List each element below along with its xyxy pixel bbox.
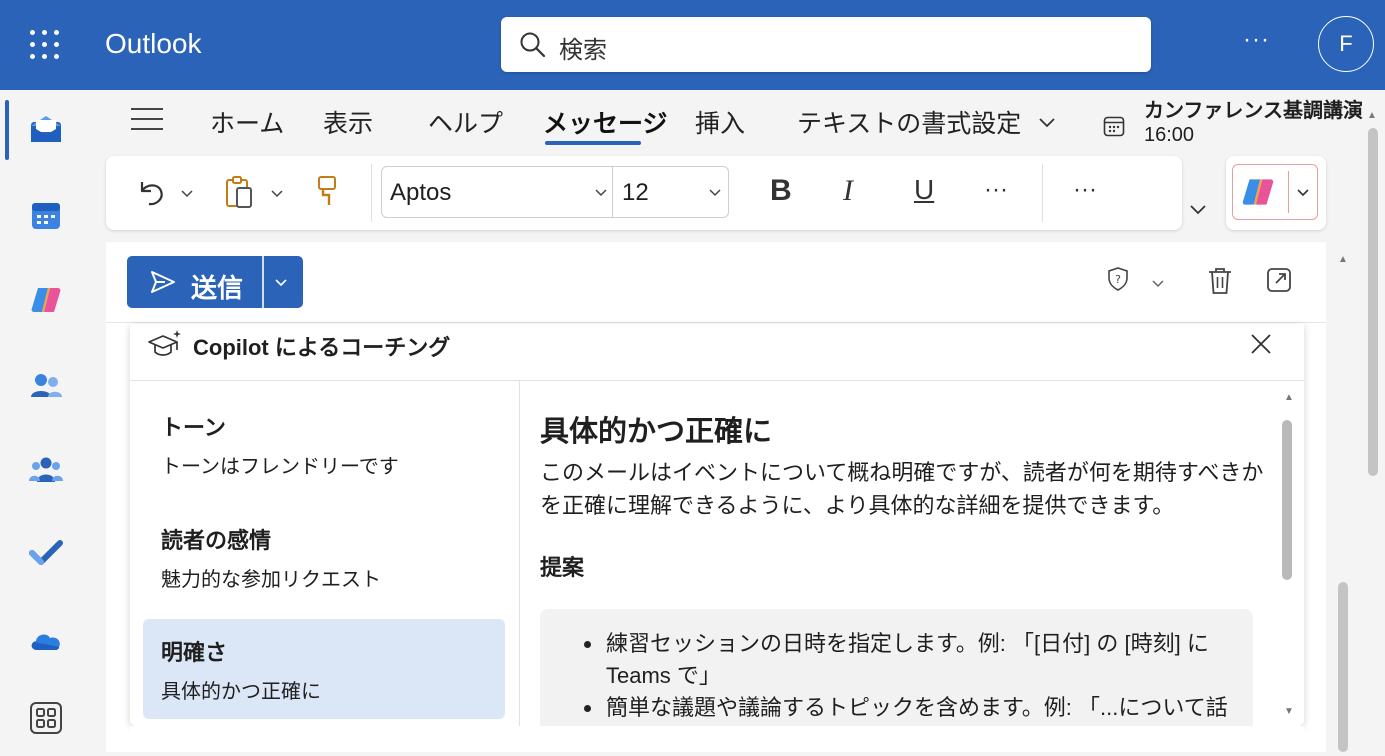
ribbon-separator [1042, 164, 1043, 222]
category-subtitle: 具体的かつ正確に [161, 681, 321, 703]
compose-divider [106, 322, 1326, 323]
font-size-field[interactable]: 12 [622, 179, 649, 207]
ribbon-separator [371, 164, 372, 222]
close-icon[interactable] [1249, 332, 1273, 356]
send-icon [151, 271, 175, 293]
more-options-icon[interactable]: ··· [1243, 26, 1270, 54]
copilot-icon [1242, 179, 1274, 205]
send-divider [262, 256, 264, 308]
panel-scroll-down-icon[interactable]: ▼ [1284, 706, 1294, 717]
groups-icon[interactable] [28, 452, 64, 488]
category-title: トーン [161, 415, 226, 440]
underline-button[interactable]: U [914, 174, 934, 206]
undo-icon[interactable] [134, 176, 168, 210]
top-bar: Outlook 検索 ··· F [0, 0, 1385, 90]
font-divider [612, 167, 613, 217]
send-options-chevron-icon[interactable] [273, 275, 289, 291]
undo-dropdown-chevron-icon[interactable] [179, 186, 195, 202]
panel-scrollbar[interactable] [1282, 420, 1292, 580]
app-launcher-icon[interactable] [30, 30, 60, 60]
event-title[interactable]: カンファレンス基調講演 [1144, 94, 1363, 123]
people-icon[interactable] [28, 368, 64, 404]
font-chevron-down-icon[interactable] [593, 185, 609, 201]
page-scrollbar[interactable] [1368, 128, 1378, 476]
search-box[interactable]: 検索 [501, 17, 1151, 72]
bold-button[interactable]: B [770, 174, 792, 208]
tab-help[interactable]: ヘルプ [428, 104, 503, 140]
font-picker[interactable]: Aptos 12 [381, 166, 729, 218]
suggestions-heading: 提案 [540, 555, 585, 580]
compose-scroll-up-icon[interactable]: ▲ [1338, 254, 1348, 265]
compose-scrollbar[interactable] [1338, 582, 1348, 752]
detail-body: このメールはイベントについて概ね明確ですが、読者が何を期待すべきかを正確に理解で… [540, 460, 1264, 518]
tab-view[interactable]: 表示 [323, 104, 373, 140]
category-title: 明確さ [161, 640, 228, 665]
onedrive-icon[interactable] [28, 622, 64, 658]
font-size-chevron-down-icon[interactable] [707, 185, 723, 201]
tab-format-text[interactable]: テキストの書式設定 [797, 104, 1021, 140]
coaching-category-reader-sentiment[interactable]: 読者の感情 魅力的な参加リクエスト [143, 507, 505, 607]
coaching-title: Copilot によるコーチング [193, 335, 451, 360]
sensitivity-icon[interactable]: ? [1107, 266, 1129, 292]
tab-home[interactable]: ホーム [210, 104, 284, 140]
page-scroll-up-icon[interactable]: ▲ [1367, 110, 1377, 121]
more-commands-button[interactable]: ··· [1073, 176, 1097, 204]
copilot-divider [1288, 171, 1289, 213]
copilot-chevron-down-icon[interactable] [1295, 185, 1311, 201]
sensitivity-chevron-icon[interactable] [1150, 276, 1166, 292]
active-tab-indicator [545, 141, 641, 145]
panel-bottom-edge [130, 726, 1304, 752]
send-label: 送信 [191, 273, 244, 303]
format-painter-icon[interactable] [314, 174, 340, 210]
tab-message[interactable]: メッセージ [543, 104, 668, 140]
tab-insert[interactable]: 挿入 [695, 104, 745, 140]
suggestion-item: 練習セッションの日時を指定します。例: 「[日付] の [時刻] に Teams… [580, 628, 1240, 692]
event-time: 16:00 [1144, 124, 1195, 146]
italic-button[interactable]: I [843, 174, 853, 208]
more-formatting-button[interactable]: ··· [984, 176, 1008, 204]
ribbon-expand-chevron-icon[interactable] [1188, 202, 1208, 218]
chevron-down-icon[interactable] [1037, 112, 1057, 132]
avatar[interactable]: F [1318, 16, 1374, 72]
copilot-icon[interactable] [28, 282, 64, 318]
copilot-coaching-panel: Copilot によるコーチング トーン トーンはフレンドリーです 読者の感情 … [130, 324, 1304, 752]
pop-out-icon[interactable] [1265, 266, 1293, 294]
calendar-event-icon [1103, 116, 1125, 137]
ribbon-toolbar: Aptos 12 B I U ··· ··· [106, 156, 1182, 230]
paste-icon[interactable] [223, 174, 255, 210]
search-input[interactable]: 検索 [559, 30, 607, 65]
graduation-cap-icon [148, 330, 181, 356]
svg-text:?: ? [1115, 273, 1121, 286]
delete-icon[interactable] [1206, 266, 1234, 296]
todo-icon[interactable] [28, 535, 64, 571]
paste-dropdown-chevron-icon[interactable] [269, 186, 285, 202]
panel-header-divider [130, 380, 1304, 381]
copilot-button-frame [1232, 164, 1318, 220]
send-button[interactable]: 送信 [127, 256, 303, 308]
panel-scroll-up-icon[interactable]: ▲ [1284, 392, 1294, 403]
rail-active-indicator [5, 100, 9, 160]
coaching-category-clarity[interactable]: 明確さ 具体的かつ正確に [143, 619, 505, 719]
font-name-field[interactable]: Aptos [390, 179, 451, 207]
apps-icon[interactable] [28, 700, 64, 736]
search-icon [520, 32, 546, 58]
detail-title: 具体的かつ正確に [540, 416, 773, 448]
app-title: Outlook [105, 28, 202, 59]
category-subtitle: 魅力的な参加リクエスト [161, 569, 381, 591]
coaching-category-tone[interactable]: トーン トーンはフレンドリーです [143, 394, 505, 494]
mail-icon[interactable] [28, 112, 64, 148]
panel-column-divider [519, 381, 520, 726]
category-title: 読者の感情 [161, 528, 272, 553]
category-subtitle: トーンはフレンドリーです [161, 456, 399, 478]
calendar-icon[interactable] [28, 198, 64, 234]
copilot-button[interactable] [1226, 156, 1326, 230]
menu-icon[interactable] [131, 108, 163, 132]
